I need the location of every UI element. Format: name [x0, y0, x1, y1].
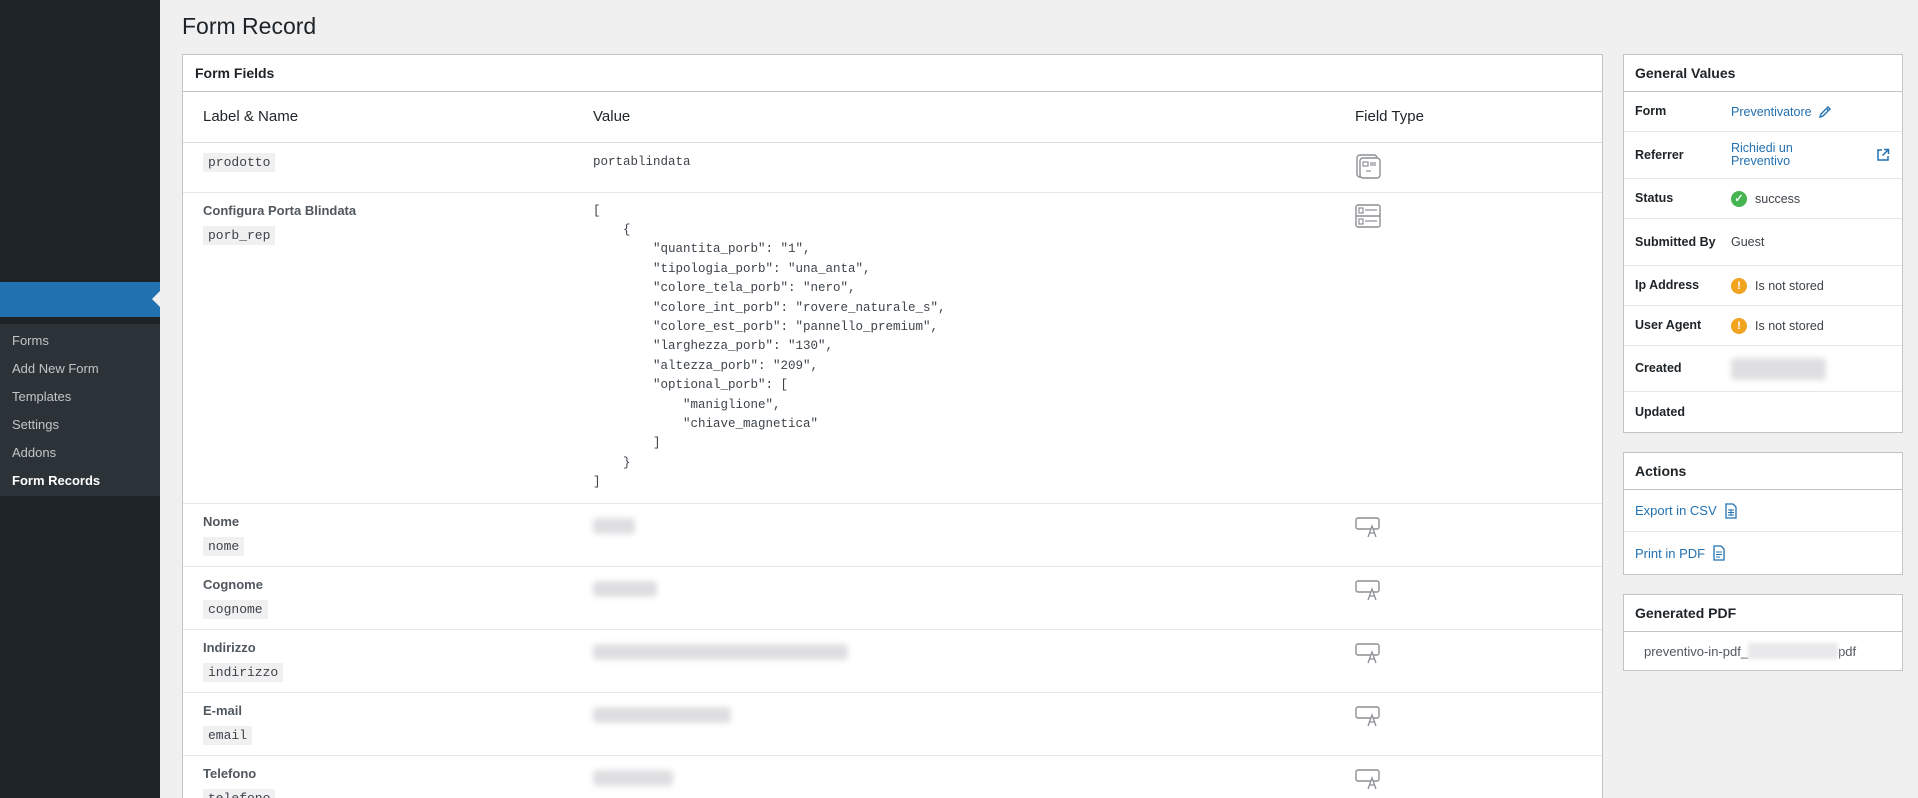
- table-row: Indirizzo indirizzo: [183, 629, 1602, 693]
- repeater-icon: [1355, 203, 1381, 228]
- admin-sidebar: Forms Add New Form Templates Settings Ad…: [0, 0, 160, 798]
- gv-key: User Agent: [1635, 318, 1702, 332]
- generated-pdf-box: Generated PDF preventivo-in-pdf_ pdf: [1623, 594, 1903, 671]
- redacted-value: [593, 769, 673, 786]
- form-fields-header: Form Fields: [183, 55, 1602, 92]
- sidebar-item-templates[interactable]: Templates: [0, 383, 160, 411]
- gv-key: Created: [1635, 361, 1682, 375]
- field-name-code: porb_rep: [203, 225, 276, 245]
- field-value-json: [ { "quantita_porb": "1", "tipologia_por…: [593, 203, 946, 490]
- table-row: E-mail email: [183, 692, 1602, 756]
- redacted-created-date: [1731, 357, 1826, 380]
- gv-row-created: Created: [1624, 346, 1902, 392]
- warning-icon: !: [1731, 277, 1747, 294]
- sidebar-item-settings[interactable]: Settings: [0, 411, 160, 439]
- text-field-icon: [1355, 642, 1380, 663]
- export-csv-link[interactable]: Export in CSV: [1635, 503, 1717, 518]
- gv-row-referrer: Referrer Richiedi un Preventivo: [1624, 132, 1902, 179]
- field-label: Telefono: [203, 765, 257, 781]
- field-name-code: email: [203, 725, 253, 745]
- gv-row-updated: Updated: [1624, 392, 1902, 432]
- text-field-icon: [1355, 516, 1380, 537]
- external-link-icon[interactable]: [1876, 148, 1890, 162]
- submitted-by-value: Guest: [1731, 235, 1765, 249]
- field-label: E-mail: [203, 702, 243, 718]
- generated-pdf-header: Generated PDF: [1624, 595, 1902, 632]
- general-values-box: General Values Form Preventivatore Refer…: [1623, 54, 1903, 433]
- text-field-icon: [1355, 579, 1380, 600]
- sidebar-current-menu[interactable]: [0, 282, 160, 317]
- gv-row-form: Form Preventivatore: [1624, 92, 1902, 132]
- gv-key: Updated: [1635, 404, 1685, 419]
- column-header-label-name: Label & Name: [183, 92, 583, 143]
- redacted-value: [593, 517, 635, 534]
- gv-key: Ip Address: [1635, 278, 1700, 292]
- table-row: Configura Porta Blindata porb_rep [ { "q…: [183, 192, 1602, 504]
- redacted-file-id: [1748, 643, 1839, 659]
- actions-box: Actions Export in CSV Print in PDF: [1623, 452, 1903, 575]
- text-field-icon: [1355, 768, 1380, 789]
- spreadsheet-icon[interactable]: [1725, 502, 1737, 519]
- user-agent-value: Is not stored: [1755, 318, 1824, 333]
- table-row: Nome nome: [183, 503, 1602, 567]
- success-check-icon: ✓: [1731, 190, 1747, 207]
- field-label: Configura Porta Blindata: [203, 202, 357, 218]
- field-label: Indirizzo: [203, 639, 256, 655]
- gv-key: Status: [1635, 191, 1674, 205]
- page-title: Form Record: [182, 13, 317, 39]
- generated-pdf-file[interactable]: preventivo-in-pdf_ pdf: [1624, 632, 1902, 670]
- column-header-value: Value: [583, 92, 1345, 143]
- redacted-value: [593, 706, 731, 723]
- right-column: General Values Form Preventivatore Refer…: [1623, 54, 1903, 690]
- ip-address-value: Is not stored: [1755, 278, 1824, 293]
- gv-key: Submitted By: [1635, 234, 1716, 249]
- pdf-file-suffix: pdf: [1838, 643, 1857, 659]
- form-link[interactable]: Preventivatore: [1731, 105, 1812, 119]
- field-label: Nome: [203, 513, 240, 529]
- sidebar-submenu: Forms Add New Form Templates Settings Ad…: [0, 324, 160, 496]
- table-row: Cognome cognome: [183, 566, 1602, 630]
- gv-row-submitted-by: Submitted By Guest: [1624, 219, 1902, 266]
- action-print-pdf: Print in PDF: [1624, 532, 1902, 574]
- column-header-field-type: Field Type: [1345, 92, 1602, 143]
- product-icon: [1356, 153, 1381, 179]
- field-name-code: cognome: [203, 599, 268, 619]
- form-fields-table: Label & Name Value Field Type prodotto p…: [183, 92, 1602, 798]
- action-export-csv: Export in CSV: [1624, 490, 1902, 532]
- gv-row-user-agent: User Agent ! Is not stored: [1624, 306, 1902, 346]
- redacted-value: [593, 643, 848, 660]
- table-row: Telefono telefono: [183, 755, 1602, 798]
- table-header-row: Label & Name Value Field Type: [183, 92, 1602, 143]
- sidebar-item-forms[interactable]: Forms: [0, 327, 160, 355]
- referrer-link[interactable]: Richiedi un Preventivo: [1731, 142, 1831, 168]
- field-label: Cognome: [203, 576, 263, 592]
- redacted-value: [593, 580, 657, 597]
- table-row: prodotto portablindata: [183, 142, 1602, 193]
- pdf-file-prefix: preventivo-in-pdf_: [1644, 643, 1749, 659]
- document-icon[interactable]: [1713, 545, 1725, 561]
- gv-key: Referrer: [1635, 147, 1684, 162]
- gv-row-status: Status ✓ success: [1624, 179, 1902, 219]
- sidebar-item-add-new-form[interactable]: Add New Form: [0, 355, 160, 383]
- field-name-code: prodotto: [203, 152, 276, 172]
- gv-key: Form: [1635, 104, 1667, 118]
- current-arrow-icon: [152, 291, 160, 307]
- field-name-code: nome: [203, 536, 245, 556]
- form-fields-panel: Form Fields Label & Name Value Field Typ…: [182, 54, 1603, 798]
- sidebar-item-form-records[interactable]: Form Records: [0, 467, 160, 495]
- pencil-icon[interactable]: [1818, 105, 1832, 119]
- text-field-icon: [1355, 705, 1380, 726]
- sidebar-item-addons[interactable]: Addons: [0, 439, 160, 467]
- warning-icon: !: [1731, 317, 1747, 334]
- field-name-code: indirizzo: [203, 662, 284, 682]
- status-value: success: [1755, 191, 1801, 206]
- gv-row-ip-address: Ip Address ! Is not stored: [1624, 266, 1902, 306]
- actions-header: Actions: [1624, 453, 1902, 490]
- field-name-code: telefono: [203, 788, 276, 798]
- print-pdf-link[interactable]: Print in PDF: [1635, 546, 1705, 561]
- field-value: portablindata: [593, 154, 691, 169]
- general-values-header: General Values: [1624, 55, 1902, 92]
